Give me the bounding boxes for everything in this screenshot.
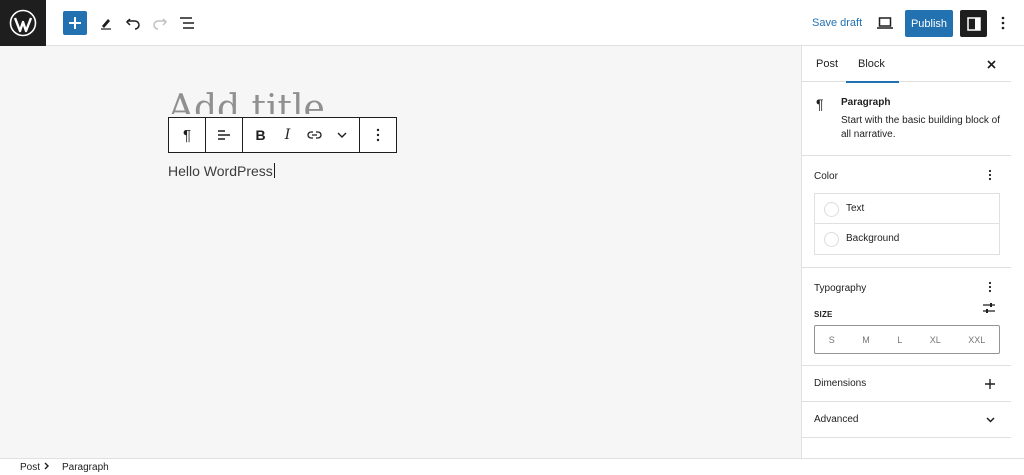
italic-icon: I — [284, 127, 291, 143]
color-swatch — [824, 202, 839, 217]
wordpress-logo-icon — [9, 9, 37, 37]
color-options-button[interactable] — [982, 167, 998, 183]
kebab-menu-icon — [376, 128, 380, 142]
block-card-title: Paragraph — [841, 97, 891, 108]
tools-button[interactable] — [94, 11, 118, 35]
block-toolbar: ¶ B I — [168, 117, 397, 153]
font-size-l[interactable]: L — [897, 335, 902, 345]
text-caret — [273, 163, 275, 178]
block-options-button[interactable] — [360, 118, 396, 152]
font-size-xxl[interactable]: XXL — [968, 335, 985, 345]
paragraph-block[interactable]: Hello WordPress — [168, 163, 275, 179]
redo-button[interactable] — [148, 11, 172, 35]
color-panel: Color Text Background — [802, 156, 1011, 268]
dimensions-panel-title: Dimensions — [814, 378, 867, 389]
color-panel-title: Color — [814, 171, 838, 182]
formatting-group: B I — [243, 118, 360, 152]
editor-canvas[interactable]: Add title ¶ B I Hello WordPress — [0, 46, 801, 458]
redo-icon — [153, 18, 168, 30]
undo-button[interactable] — [121, 11, 145, 35]
kebab-menu-icon — [1001, 16, 1005, 30]
typography-panel: Typography SIZE S M L XL XXL — [802, 268, 1011, 366]
plus-icon — [985, 379, 995, 389]
align-text-button[interactable] — [206, 118, 242, 152]
alignment-group — [206, 118, 243, 152]
wordpress-logo-button[interactable] — [0, 0, 46, 46]
close-icon — [986, 59, 996, 69]
desktop-preview-icon — [877, 17, 893, 29]
settings-sidebar: Post Block ¶ Paragraph Start with the ba… — [801, 46, 1011, 458]
sidebar-tabs: Post Block — [802, 46, 1011, 83]
settings-toggle-button[interactable] — [960, 10, 987, 37]
advanced-panel[interactable]: Advanced — [802, 402, 1011, 438]
pencil-icon — [101, 19, 111, 30]
typography-options-button[interactable] — [982, 279, 998, 295]
paragraph-text[interactable]: Hello WordPress — [168, 163, 273, 179]
document-overview-button[interactable] — [175, 11, 199, 35]
chevron-down-icon — [985, 417, 995, 423]
typography-panel-title: Typography — [814, 283, 867, 294]
bold-button[interactable]: B — [247, 118, 274, 152]
custom-size-button[interactable] — [982, 302, 998, 318]
block-options-group — [360, 118, 396, 152]
italic-button[interactable]: I — [274, 118, 301, 152]
advanced-panel-title: Advanced — [814, 414, 859, 425]
close-settings-button[interactable] — [983, 56, 999, 72]
advanced-toggle-button[interactable] — [982, 412, 998, 428]
settings-sliders-icon — [983, 303, 995, 313]
breadcrumb-post[interactable]: Post — [20, 462, 40, 473]
tab-block[interactable]: Block — [846, 46, 899, 83]
editor-header: Save draft Publish — [0, 0, 1024, 46]
block-card: ¶ Paragraph Start with the basic buildin… — [802, 82, 1011, 156]
color-swatch — [824, 232, 839, 247]
font-size-toggle-group: S M L XL XXL — [814, 325, 1000, 354]
options-menu-button[interactable] — [991, 11, 1015, 35]
paragraph-icon: ¶ — [182, 126, 192, 144]
color-settings-list: Text Background — [814, 193, 1000, 255]
chevron-right-icon — [44, 461, 50, 474]
block-breadcrumb: Post Paragraph — [0, 458, 1024, 475]
block-switcher-group: ¶ — [169, 118, 206, 152]
sidebar-toggle-icon — [966, 16, 981, 31]
font-size-s[interactable]: S — [829, 335, 835, 345]
publish-button[interactable]: Publish — [905, 10, 953, 37]
block-card-description: Start with the basic building block of a… — [841, 115, 1000, 140]
sidebar-scrollbar[interactable] — [1011, 46, 1024, 458]
save-draft-button[interactable]: Save draft — [806, 12, 868, 34]
color-item-label: Background — [846, 233, 900, 244]
font-size-xl[interactable]: XL — [930, 335, 941, 345]
color-item-background[interactable]: Background — [815, 224, 999, 254]
bold-icon: B — [255, 127, 266, 143]
plus-icon — [69, 17, 81, 29]
color-item-text[interactable]: Text — [815, 194, 999, 224]
block-inserter-button[interactable] — [63, 11, 87, 35]
color-item-label: Text — [846, 203, 865, 214]
kebab-menu-icon — [988, 281, 992, 293]
font-size-m[interactable]: M — [862, 335, 870, 345]
tab-post[interactable]: Post — [814, 46, 840, 82]
dimensions-panel[interactable]: Dimensions — [802, 366, 1011, 402]
chevron-down-icon — [337, 132, 346, 138]
block-type-switcher-button[interactable]: ¶ — [169, 118, 205, 152]
kebab-menu-icon — [988, 169, 992, 181]
post-title-input[interactable]: Add title — [168, 86, 325, 114]
undo-icon — [125, 18, 140, 30]
dimensions-add-button[interactable] — [982, 376, 998, 392]
list-view-icon — [180, 17, 194, 29]
more-formatting-button[interactable] — [328, 118, 355, 152]
preview-button[interactable] — [873, 11, 897, 35]
align-left-icon — [218, 130, 230, 140]
paragraph-icon: ¶ — [816, 96, 824, 112]
breadcrumb-paragraph[interactable]: Paragraph — [62, 462, 109, 473]
link-button[interactable] — [301, 118, 328, 152]
font-size-label: SIZE — [814, 310, 833, 319]
link-icon — [307, 131, 322, 139]
